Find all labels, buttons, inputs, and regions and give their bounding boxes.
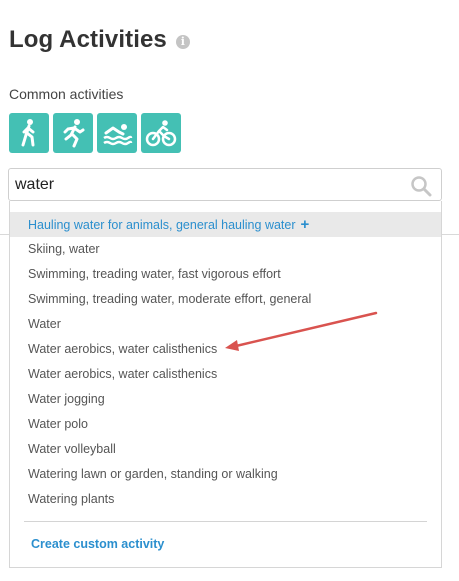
result-item[interactable]: Swimming, treading water, fast vigorous … — [10, 262, 441, 287]
common-activities-label: Common activities — [9, 86, 124, 102]
add-icon[interactable]: + — [301, 216, 310, 233]
result-item[interactable]: Swimming, treading water, moderate effor… — [10, 287, 441, 312]
result-item[interactable]: Watering plants — [10, 487, 441, 512]
swimming-icon — [103, 124, 133, 146]
search-icon[interactable] — [410, 175, 432, 197]
info-icon[interactable]: i — [175, 35, 190, 49]
result-item[interactable]: Watering lawn or garden, standing or wal… — [10, 462, 441, 487]
search-input[interactable] — [15, 175, 395, 195]
result-item[interactable]: Water aerobics, water calisthenics — [10, 337, 441, 362]
walking-icon — [21, 119, 35, 147]
page-header: Log Activities i — [9, 26, 190, 54]
walking-button[interactable] — [9, 113, 49, 153]
result-item[interactable]: Skiing, water — [10, 237, 441, 262]
dropdown-divider — [24, 521, 427, 522]
swimming-button[interactable] — [97, 113, 137, 153]
result-item-label: Hauling water for animals, general hauli… — [28, 218, 296, 232]
result-item[interactable]: Water — [10, 312, 441, 337]
result-item[interactable]: Water polo — [10, 412, 441, 437]
result-item[interactable]: Water aerobics, water calisthenics — [10, 362, 441, 387]
result-item-highlighted[interactable]: Hauling water for animals, general hauli… — [10, 212, 441, 237]
cycling-icon — [145, 120, 177, 147]
cycling-button[interactable] — [141, 113, 181, 153]
running-icon — [63, 119, 85, 148]
search-results-dropdown: Hauling water for animals, general hauli… — [9, 201, 442, 568]
activity-search[interactable] — [8, 168, 442, 201]
running-button[interactable] — [53, 113, 93, 153]
common-activities-toolbar — [9, 113, 181, 153]
result-item[interactable]: Water jogging — [10, 387, 441, 412]
page-title: Log Activities — [9, 26, 167, 53]
create-custom-activity-link[interactable]: Create custom activity — [10, 537, 441, 551]
result-item[interactable]: Water volleyball — [10, 437, 441, 462]
